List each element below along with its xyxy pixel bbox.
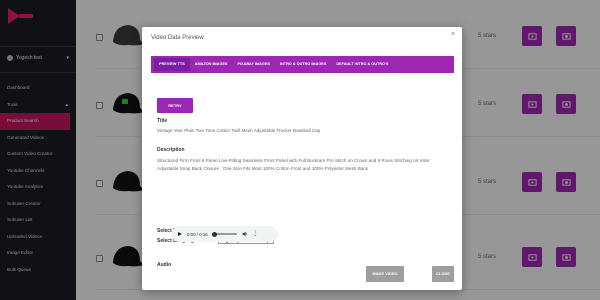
close-icon[interactable]: × [451, 31, 455, 38]
volume-icon[interactable] [242, 231, 248, 237]
tab-default-intro-outros[interactable]: DEFAULT INTRO & OUTRO'S [331, 58, 393, 71]
seek-handle[interactable] [211, 231, 217, 237]
video-data-preview-dialog: Video Data Preview × PREVIEW TTS AMAZON … [142, 27, 462, 290]
audio-player: 0:00 / 0:16 ⋮ [172, 226, 278, 242]
tab-amazon-images[interactable]: AMAZON IMAGES [190, 58, 233, 71]
make-video-button[interactable]: MAKE VIDEO [366, 266, 404, 282]
audio-label: Audio [157, 262, 172, 268]
play-icon[interactable] [178, 232, 182, 236]
tab-preview-tts[interactable]: PREVIEW TTS [154, 58, 190, 71]
tab-bar: PREVIEW TTS AMAZON IMAGES PIXABAY IMAGES… [151, 56, 454, 73]
more-options-icon[interactable]: ⋮ [253, 231, 259, 237]
description-label: Description [157, 147, 185, 153]
audio-time: 0:00 / 0:16 [187, 231, 208, 237]
dialog-title: Video Data Preview [151, 35, 204, 41]
retry-button[interactable]: RETRY [157, 98, 193, 113]
title-label: Title [157, 118, 168, 124]
title-value: Vintage Year Plain Two Tone Cotton Twill… [157, 128, 321, 133]
description-value: Structured Firm Front 6 Panel Low-Fittin… [157, 158, 430, 171]
close-button[interactable]: CLOSE [432, 266, 454, 282]
tab-intro-outro-images[interactable]: INTRO & OUTRO IMAGES [275, 58, 331, 71]
tab-pixabay-images[interactable]: PIXABAY IMAGES [232, 58, 275, 71]
audio-seek-bar[interactable] [211, 231, 237, 237]
